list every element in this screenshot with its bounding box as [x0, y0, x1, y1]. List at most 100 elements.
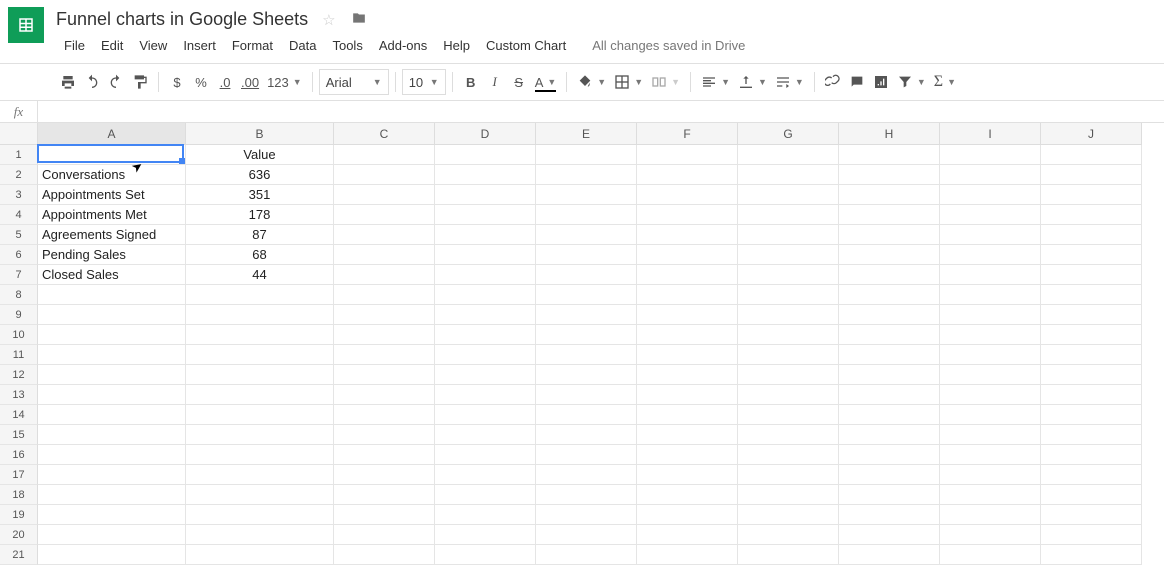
functions-icon[interactable]: Σ▼ [930, 69, 960, 95]
menu-edit[interactable]: Edit [93, 34, 131, 57]
cell-I18[interactable] [940, 485, 1041, 505]
horizontal-align-icon[interactable]: ▼ [697, 69, 734, 95]
cell-I2[interactable] [940, 165, 1041, 185]
menu-addons[interactable]: Add-ons [371, 34, 435, 57]
cell-E10[interactable] [536, 325, 637, 345]
cell-B8[interactable] [186, 285, 334, 305]
cell-H18[interactable] [839, 485, 940, 505]
cell-E5[interactable] [536, 225, 637, 245]
cell-D11[interactable] [435, 345, 536, 365]
row-header-8[interactable]: 8 [0, 285, 38, 305]
cell-D12[interactable] [435, 365, 536, 385]
cell-F17[interactable] [637, 465, 738, 485]
cell-F19[interactable] [637, 505, 738, 525]
cell-H15[interactable] [839, 425, 940, 445]
cell-A20[interactable] [38, 525, 186, 545]
cell-B18[interactable] [186, 485, 334, 505]
cell-F7[interactable] [637, 265, 738, 285]
cell-G4[interactable] [738, 205, 839, 225]
cell-C1[interactable] [334, 145, 435, 165]
cell-J6[interactable] [1041, 245, 1142, 265]
column-header-F[interactable]: F [637, 123, 738, 145]
spreadsheet-grid[interactable]: ABCDEFGHIJ 12345678910111213141516171819… [0, 123, 1164, 565]
row-header-9[interactable]: 9 [0, 305, 38, 325]
cell-C21[interactable] [334, 545, 435, 565]
cell-A12[interactable] [38, 365, 186, 385]
cell-B3[interactable]: 351 [186, 185, 334, 205]
folder-icon[interactable] [350, 11, 368, 28]
cell-C11[interactable] [334, 345, 435, 365]
cell-A17[interactable] [38, 465, 186, 485]
menu-help[interactable]: Help [435, 34, 478, 57]
cell-J19[interactable] [1041, 505, 1142, 525]
cell-B2[interactable]: 636 [186, 165, 334, 185]
cell-F3[interactable] [637, 185, 738, 205]
row-header-7[interactable]: 7 [0, 265, 38, 285]
insert-link-icon[interactable] [821, 69, 845, 95]
cell-B14[interactable] [186, 405, 334, 425]
more-formats-button[interactable]: 123▼ [263, 69, 306, 95]
print-icon[interactable] [56, 69, 80, 95]
cell-G17[interactable] [738, 465, 839, 485]
row-header-12[interactable]: 12 [0, 365, 38, 385]
cell-I8[interactable] [940, 285, 1041, 305]
cell-D17[interactable] [435, 465, 536, 485]
cell-E8[interactable] [536, 285, 637, 305]
cell-J16[interactable] [1041, 445, 1142, 465]
cell-F4[interactable] [637, 205, 738, 225]
cell-C7[interactable] [334, 265, 435, 285]
cell-I13[interactable] [940, 385, 1041, 405]
undo-icon[interactable] [80, 69, 104, 95]
font-family-select[interactable]: Arial▼ [319, 69, 389, 95]
cell-D10[interactable] [435, 325, 536, 345]
cell-I5[interactable] [940, 225, 1041, 245]
cell-G12[interactable] [738, 365, 839, 385]
cell-E13[interactable] [536, 385, 637, 405]
cell-B1[interactable]: Value [186, 145, 334, 165]
cell-D2[interactable] [435, 165, 536, 185]
cell-I3[interactable] [940, 185, 1041, 205]
cell-H14[interactable] [839, 405, 940, 425]
cell-G19[interactable] [738, 505, 839, 525]
cell-E15[interactable] [536, 425, 637, 445]
cell-H11[interactable] [839, 345, 940, 365]
cell-E17[interactable] [536, 465, 637, 485]
cell-E21[interactable] [536, 545, 637, 565]
column-header-J[interactable]: J [1041, 123, 1142, 145]
cell-C17[interactable] [334, 465, 435, 485]
cell-B12[interactable] [186, 365, 334, 385]
row-header-2[interactable]: 2 [0, 165, 38, 185]
cell-H4[interactable] [839, 205, 940, 225]
menu-insert[interactable]: Insert [175, 34, 224, 57]
cell-F2[interactable] [637, 165, 738, 185]
cell-G21[interactable] [738, 545, 839, 565]
cell-D8[interactable] [435, 285, 536, 305]
cell-F1[interactable] [637, 145, 738, 165]
cell-C14[interactable] [334, 405, 435, 425]
cell-I9[interactable] [940, 305, 1041, 325]
cell-A5[interactable]: Agreements Signed [38, 225, 186, 245]
cell-E3[interactable] [536, 185, 637, 205]
cell-J21[interactable] [1041, 545, 1142, 565]
cell-C19[interactable] [334, 505, 435, 525]
cell-A10[interactable] [38, 325, 186, 345]
cell-D1[interactable] [435, 145, 536, 165]
cell-G18[interactable] [738, 485, 839, 505]
text-color-button[interactable]: A▼ [531, 69, 561, 95]
cell-H16[interactable] [839, 445, 940, 465]
row-header-14[interactable]: 14 [0, 405, 38, 425]
cell-J14[interactable] [1041, 405, 1142, 425]
cell-C8[interactable] [334, 285, 435, 305]
cell-C18[interactable] [334, 485, 435, 505]
cell-F10[interactable] [637, 325, 738, 345]
strikethrough-button[interactable]: S [507, 69, 531, 95]
cell-F16[interactable] [637, 445, 738, 465]
column-header-A[interactable]: A [38, 123, 186, 145]
italic-button[interactable]: I [483, 69, 507, 95]
cell-D9[interactable] [435, 305, 536, 325]
row-header-6[interactable]: 6 [0, 245, 38, 265]
cell-C15[interactable] [334, 425, 435, 445]
cell-I20[interactable] [940, 525, 1041, 545]
cell-H7[interactable] [839, 265, 940, 285]
redo-icon[interactable] [104, 69, 128, 95]
